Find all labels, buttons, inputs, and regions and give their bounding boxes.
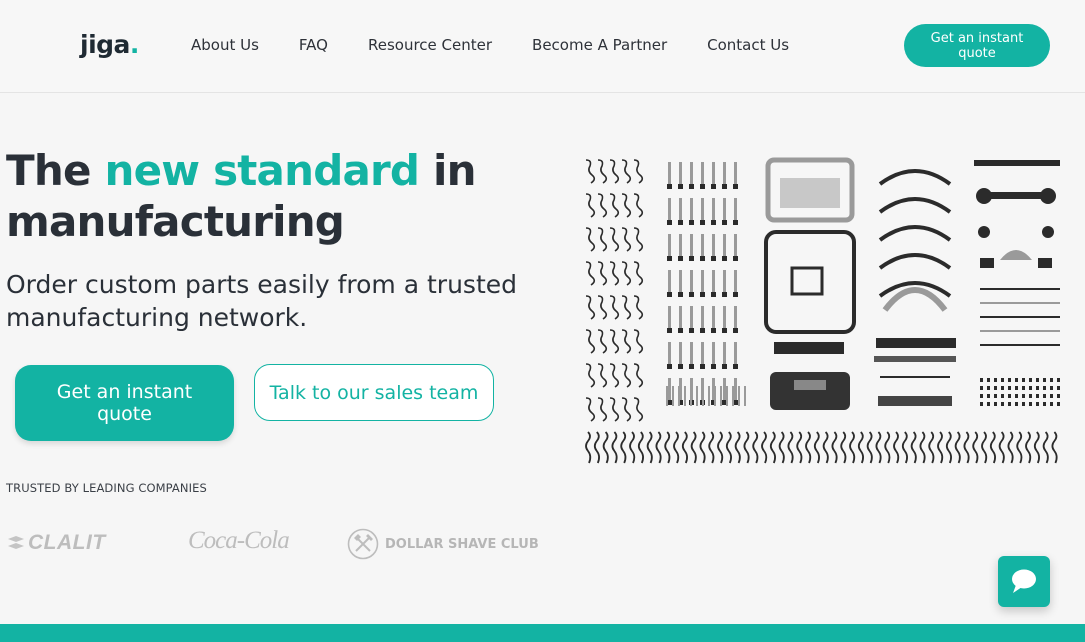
coca-cola-logo: Coca-Cola	[188, 527, 290, 554]
crossed-tools-icon	[347, 528, 379, 560]
partner-logos: CLALIT Coca-Cola DOLLAR SHAVE CLUB	[0, 525, 560, 565]
nav-faq[interactable]: FAQ	[299, 36, 328, 54]
hero-title-line2: manufacturing	[6, 197, 345, 246]
main-nav: About Us FAQ Resource Center Become A Pa…	[191, 36, 829, 54]
logo-text: jiga	[80, 30, 130, 59]
nav-become-a-partner[interactable]: Become A Partner	[532, 36, 667, 54]
hero-title-part1: The	[6, 146, 105, 195]
hero-title-accent: new standard	[104, 146, 420, 195]
machine-parts-image	[585, 157, 1060, 464]
nav-about-us[interactable]: About Us	[191, 36, 259, 54]
chat-widget-button[interactable]	[998, 556, 1050, 607]
footer-accent-bar	[0, 624, 1085, 642]
instant-quote-button[interactable]: Get an instant quote	[15, 365, 234, 441]
logo-dot: .	[129, 30, 140, 59]
trusted-label: TRUSTED BY LEADING COMPANIES	[6, 481, 207, 495]
clalit-mark-icon	[8, 536, 24, 550]
nav-contact-us[interactable]: Contact Us	[707, 36, 789, 54]
hero-subtitle: Order custom parts easily from a trusted…	[6, 270, 517, 332]
talk-to-sales-button[interactable]: Talk to our sales team	[254, 364, 494, 421]
chat-bubble-icon	[1012, 569, 1036, 593]
jiga-logo[interactable]: jiga.	[80, 30, 139, 59]
hero-title: The new standard in manufacturing	[6, 145, 477, 247]
hero-title-part2: in	[419, 146, 477, 195]
header-quote-button[interactable]: Get an instant quote	[904, 24, 1050, 67]
nav-resource-center[interactable]: Resource Center	[368, 36, 492, 54]
dsc-text: DOLLAR SHAVE CLUB	[385, 536, 539, 552]
clalit-logo: CLALIT	[6, 531, 106, 555]
site-header: jiga. About Us FAQ Resource Center Becom…	[0, 0, 1085, 93]
clalit-text: CLALIT	[28, 531, 106, 554]
dollar-shave-club-logo: DOLLAR SHAVE CLUB	[347, 528, 539, 560]
